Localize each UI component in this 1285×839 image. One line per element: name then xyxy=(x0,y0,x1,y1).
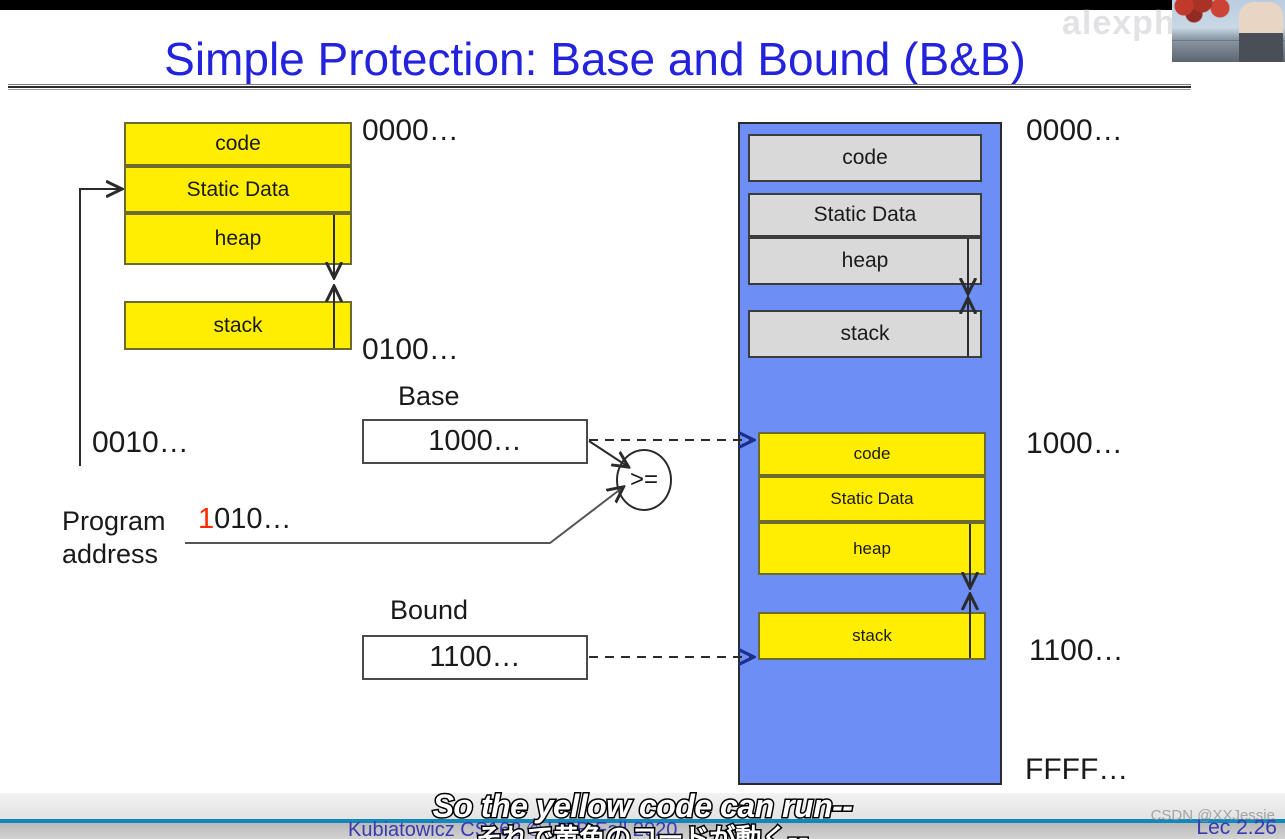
program-address-label-line1: Program xyxy=(62,506,166,536)
program-address-label: Program address xyxy=(62,505,166,571)
physical-yellow-block-code: code xyxy=(758,432,986,476)
bound-register-label: Bound xyxy=(390,595,469,625)
physical-gray-block-heap: heap xyxy=(748,237,982,285)
physical-yellow-block-heap: heap xyxy=(758,522,986,575)
virtual-block-code: code xyxy=(124,122,352,166)
webcam-presenter xyxy=(1239,2,1283,62)
virtual-addr-bottom: 0100… xyxy=(362,333,459,366)
comparator-ge-icon: >= xyxy=(616,449,672,511)
physical-gray-block-static-data: Static Data xyxy=(748,193,982,237)
title-underline xyxy=(8,84,1191,90)
virtual-addr-origin: 0010… xyxy=(92,426,189,459)
physical-gray-block-stack: stack xyxy=(748,310,982,358)
webcam-foliage xyxy=(1172,0,1234,24)
physical-yellow-block-stack: stack xyxy=(758,612,986,660)
slide-title: Simple Protection: Base and Bound (B&B) xyxy=(164,33,1026,85)
program-address-high-bit: 1 xyxy=(198,503,215,535)
origin-to-static-data-arrow xyxy=(79,189,120,466)
physical-yellow-block-static-data: Static Data xyxy=(758,476,986,522)
bound-register-box[interactable]: 1100… xyxy=(362,635,588,680)
physical-gray-block-code: code xyxy=(748,134,982,182)
virtual-block-static-data: Static Data xyxy=(124,166,352,213)
slide-canvas: alexphil Simple Protection: Base and Bou… xyxy=(0,0,1285,839)
caption-japanese: それで黄色のコードが動く-- xyxy=(475,823,811,839)
virtual-block-heap: heap xyxy=(124,213,352,265)
physical-addr-1000: 1000… xyxy=(1026,427,1123,460)
program-address-value: 1010… xyxy=(198,503,292,536)
physical-addr-ffff: FFFF… xyxy=(1025,753,1129,786)
physical-addr-0000: 0000… xyxy=(1026,114,1123,147)
program-address-low-bits: 010… xyxy=(214,503,292,535)
physical-addr-1100: 1100… xyxy=(1029,634,1124,667)
virtual-addr-top: 0000… xyxy=(362,114,459,147)
base-register-label: Base xyxy=(398,381,460,411)
virtual-block-stack: stack xyxy=(124,301,352,350)
base-register-box[interactable]: 1000… xyxy=(362,419,588,464)
program-address-label-line2: address xyxy=(62,539,159,569)
